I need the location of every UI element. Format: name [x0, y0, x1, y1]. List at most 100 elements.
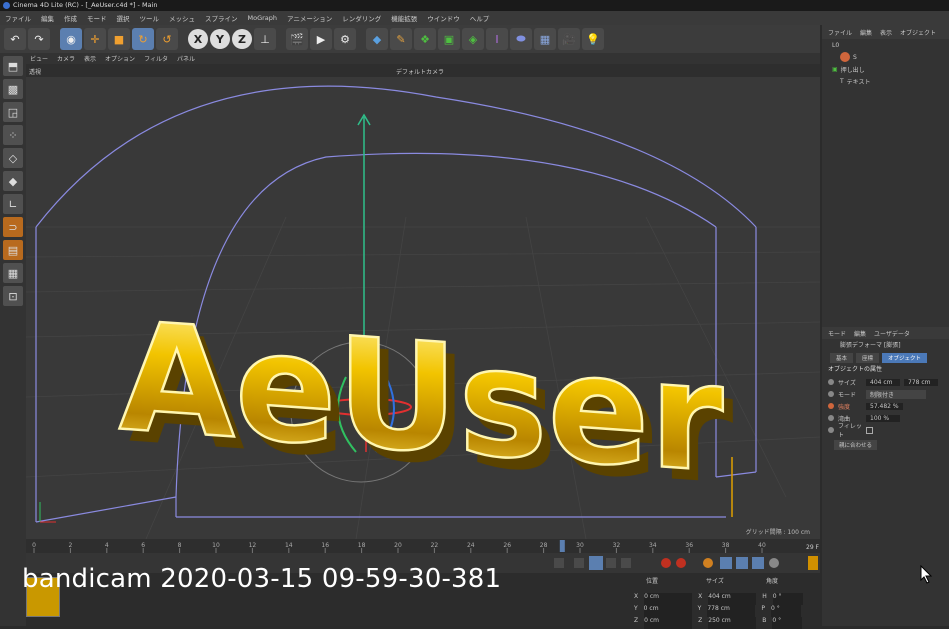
deformer-icon[interactable]: Ⅰ	[486, 28, 508, 50]
axis-mode-icon[interactable]: ∟	[3, 194, 23, 214]
go-to-end-icon[interactable]	[621, 558, 631, 568]
menu-select[interactable]: 選択	[112, 13, 135, 23]
param-fillet-checkbox[interactable]	[866, 426, 873, 434]
menu-render[interactable]: レンダリング	[337, 13, 386, 23]
coords-size-z[interactable]: 250 cm	[708, 617, 757, 629]
grid-snap-icon[interactable]: ▤	[3, 240, 23, 260]
om-menu-objects[interactable]: オブジェクト	[900, 28, 936, 37]
points-mode-icon[interactable]: ⁘	[3, 125, 23, 145]
coords-size-y[interactable]: 778 cm	[707, 605, 756, 617]
record-icon[interactable]	[661, 558, 671, 568]
viewport-menu-display[interactable]: 表示	[84, 54, 96, 63]
floor-icon[interactable]: ▦	[534, 28, 556, 50]
coords-pos-y[interactable]: 0 cm	[643, 605, 692, 617]
redo-icon[interactable]: ↷	[28, 28, 50, 50]
position-key-icon[interactable]	[720, 557, 732, 569]
attr-menu-mode[interactable]: モード	[828, 329, 846, 338]
workplane-grid-icon[interactable]: ▦	[3, 263, 23, 283]
timeline-window-icon[interactable]	[808, 556, 818, 570]
render-view-icon[interactable]: 🎬	[286, 28, 308, 50]
om-menu-file[interactable]: ファイル	[828, 28, 852, 37]
menu-mode[interactable]: モード	[82, 13, 112, 23]
menu-help[interactable]: ヘルプ	[465, 13, 495, 23]
pen-icon[interactable]: ✎	[390, 28, 412, 50]
anim-dot-icon[interactable]	[828, 403, 834, 409]
select-tool-icon[interactable]: ◉	[60, 28, 82, 50]
magnet-icon[interactable]: ⊃	[3, 217, 23, 237]
edges-mode-icon[interactable]: ◇	[3, 148, 23, 168]
anim-dot-icon[interactable]	[828, 415, 834, 421]
recent-tool-icon[interactable]: ↺	[156, 28, 178, 50]
model-mode-icon[interactable]: ⬒	[3, 56, 23, 76]
z-axis-lock-icon[interactable]: Z	[232, 29, 252, 49]
tab-basic[interactable]: 基本	[830, 353, 854, 363]
menu-mograph[interactable]: MoGraph	[243, 14, 283, 22]
play-button[interactable]	[589, 556, 603, 570]
menu-spline[interactable]: スプライン	[200, 13, 243, 23]
keyframe-selection-icon[interactable]	[703, 558, 713, 568]
viewport-menu-camera[interactable]: カメラ	[57, 54, 75, 63]
param-strength-value[interactable]: 57.482 %	[866, 402, 903, 410]
viewport-camera-name[interactable]: デフォルトカメラ	[396, 67, 444, 76]
cube-icon[interactable]: ◆	[366, 28, 388, 50]
texture-mode-icon[interactable]: ▩	[3, 79, 23, 99]
menu-extensions[interactable]: 機能拡張	[386, 13, 422, 23]
next-frame-icon[interactable]	[606, 558, 616, 568]
render-picture-viewer-icon[interactable]: ▶	[310, 28, 332, 50]
array-icon[interactable]: ▣	[438, 28, 460, 50]
om-menu-view[interactable]: 表示	[880, 28, 892, 37]
param-size-y[interactable]: 778 cm	[904, 378, 938, 386]
fit-to-parent-button[interactable]: 親に合わせる	[834, 440, 878, 450]
timeline-ruler[interactable]: 0 2 4 6 8 10 12 14 16 18 20 22 24 26 28 30 32 34 36 38 40 29 …	[26, 539, 820, 553]
param-mode-select[interactable]: 制限付き	[866, 389, 926, 399]
go-to-start-icon[interactable]	[554, 558, 564, 568]
coords-size-x[interactable]: 404 cm	[708, 593, 757, 605]
attr-menu-userdata[interactable]: ユーザデータ	[874, 329, 910, 338]
menu-window[interactable]: ウインドウ	[422, 13, 465, 23]
render-settings-icon[interactable]: ⚙	[334, 28, 356, 50]
tab-coord[interactable]: 座標	[856, 353, 880, 363]
coords-pos-z[interactable]: 0 cm	[644, 617, 693, 629]
tab-object[interactable]: オブジェクト	[882, 353, 928, 363]
om-item-text[interactable]: T テキスト	[822, 75, 949, 87]
menu-tools[interactable]: ツール	[135, 13, 165, 23]
param-size-x[interactable]: 404 cm	[866, 378, 900, 386]
param-curvature-value[interactable]: 100 %	[866, 414, 900, 422]
polygons-mode-icon[interactable]: ◆	[3, 171, 23, 191]
subdivision-icon[interactable]: ❖	[414, 28, 436, 50]
scale-key-icon[interactable]	[736, 557, 748, 569]
anim-dot-icon[interactable]	[828, 391, 834, 397]
timeline-playhead[interactable]	[559, 540, 565, 552]
param-key-icon[interactable]	[769, 558, 779, 568]
coords-pos-x[interactable]: 0 cm	[644, 593, 693, 605]
coords-rot-h[interactable]: 0 °	[772, 593, 803, 605]
menu-animation[interactable]: アニメーション	[282, 13, 337, 23]
menu-mesh[interactable]: メッシュ	[164, 13, 200, 23]
anim-dot-icon[interactable]	[828, 379, 834, 385]
viewport-menu-view[interactable]: ビュー	[30, 54, 48, 63]
3d-viewport[interactable]: AeUser AeUser グリッド間隔 : 100 cm	[26, 77, 820, 539]
y-axis-lock-icon[interactable]: Y	[210, 29, 230, 49]
anim-dot-icon[interactable]	[828, 427, 834, 433]
undo-icon[interactable]: ↶	[4, 28, 26, 50]
coords-rot-p[interactable]: 0 °	[770, 605, 801, 617]
autokey-icon[interactable]	[676, 558, 686, 568]
light-icon[interactable]: 💡	[582, 28, 604, 50]
attr-menu-edit[interactable]: 編集	[854, 329, 866, 338]
menu-file[interactable]: ファイル	[0, 13, 36, 23]
coordinate-system-icon[interactable]: ⊥	[254, 28, 276, 50]
x-axis-lock-icon[interactable]: X	[188, 29, 208, 49]
viewport-menu-panel[interactable]: パネル	[177, 54, 195, 63]
lock-icon[interactable]: ⊡	[3, 286, 23, 306]
boole-icon[interactable]: ◈	[462, 28, 484, 50]
scale-tool-icon[interactable]: ■	[108, 28, 130, 50]
move-tool-icon[interactable]: ✛	[84, 28, 106, 50]
scene-icon[interactable]: ⬬	[510, 28, 532, 50]
camera-icon[interactable]: 🎥	[558, 28, 580, 50]
om-item-l0[interactable]: L0	[822, 39, 949, 51]
om-item-extrude[interactable]: ▣ 押し出し	[822, 63, 949, 75]
om-item-bulge[interactable]: S	[822, 51, 949, 63]
rotation-key-icon[interactable]	[752, 557, 764, 569]
workplane-icon[interactable]: ◲	[3, 102, 23, 122]
menu-create[interactable]: 作成	[59, 13, 82, 23]
